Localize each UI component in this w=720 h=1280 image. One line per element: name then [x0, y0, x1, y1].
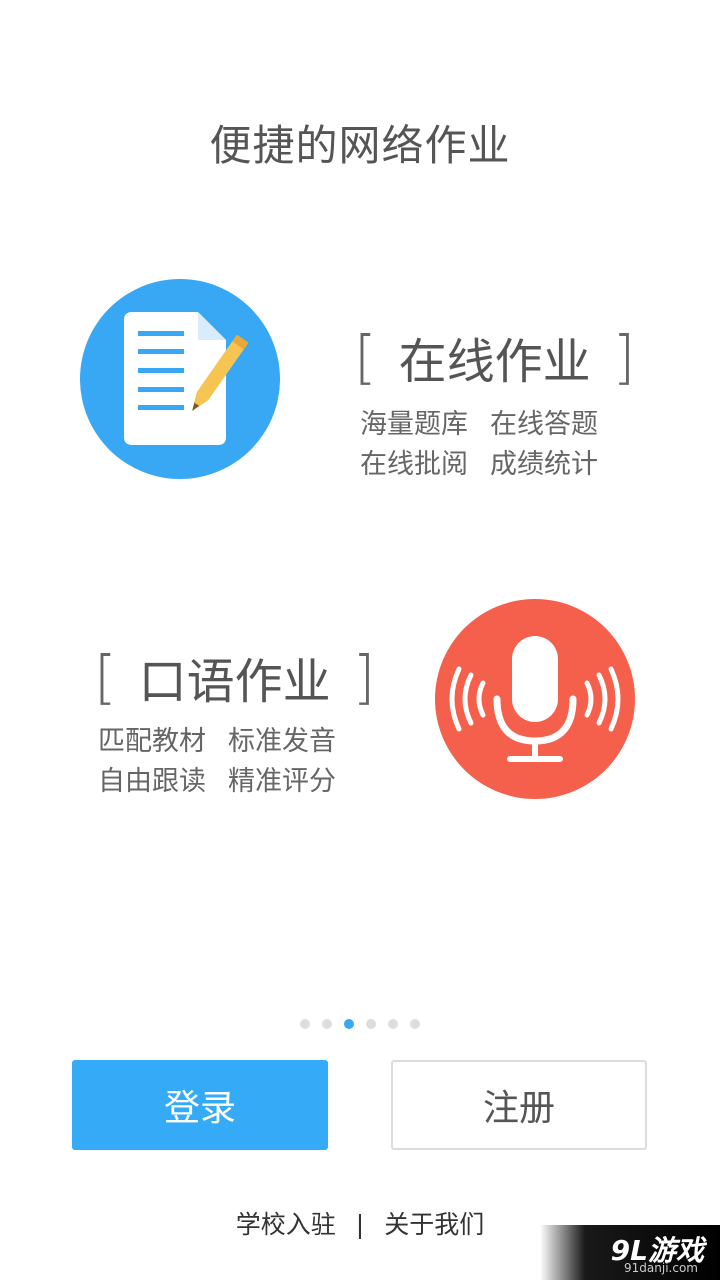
- description-line: 自由跟读 精准评分: [98, 762, 336, 802]
- description-line: 在线批阅 成绩统计: [360, 445, 598, 485]
- homework-document-icon: [124, 312, 249, 445]
- page-title: 便捷的网络作业: [209, 121, 511, 170]
- pager-dot[interactable]: [300, 1019, 310, 1029]
- pager-dot[interactable]: [410, 1019, 420, 1029]
- bracket-open: [: [354, 323, 377, 391]
- description-line: 海量题库 在线答题: [360, 405, 598, 445]
- description-item: 匹配教材: [98, 726, 206, 757]
- feature-description-online-homework: 海量题库 在线答题 在线批阅 成绩统计: [360, 405, 598, 485]
- description-item: 在线答题: [490, 409, 598, 440]
- pager-dot[interactable]: [322, 1019, 332, 1029]
- bracket-close: ]: [352, 643, 376, 711]
- description-item: 在线批阅: [360, 449, 468, 480]
- homework-icon-circle: [80, 279, 280, 479]
- description-line: 匹配教材 标准发音: [98, 722, 336, 762]
- pager-dot[interactable]: [366, 1019, 376, 1029]
- school-join-link[interactable]: 学校入驻: [236, 1210, 336, 1239]
- microphone-icon: [449, 636, 621, 762]
- feature-title-online-homework: [ 在线作业 ]: [354, 322, 635, 392]
- watermark-url: 91danji.com: [624, 1261, 698, 1275]
- description-item: 精准评分: [228, 766, 336, 797]
- bracket-open: [: [94, 643, 117, 711]
- pager-dot[interactable]: [388, 1019, 398, 1029]
- feature-label: 口语作业: [138, 654, 331, 710]
- feature-description-oral-homework: 匹配教材 标准发音 自由跟读 精准评分: [98, 722, 336, 802]
- watermark: 9L游戏 91danji.com: [540, 1225, 720, 1280]
- about-us-link[interactable]: 关于我们: [384, 1210, 484, 1239]
- login-button[interactable]: 登录: [72, 1060, 328, 1150]
- feature-title-oral-homework: [ 口语作业 ]: [94, 642, 375, 712]
- description-item: 海量题库: [360, 409, 468, 440]
- register-button[interactable]: 注册: [391, 1060, 647, 1150]
- pager-indicator: [300, 1016, 420, 1032]
- description-item: 自由跟读: [98, 766, 206, 797]
- bracket-close: ]: [612, 323, 636, 391]
- description-item: 成绩统计: [490, 449, 598, 480]
- pager-dot-active[interactable]: [344, 1019, 354, 1029]
- microphone-icon-circle: [435, 599, 635, 799]
- feature-label: 在线作业: [398, 334, 591, 390]
- footer-separator: |: [355, 1210, 365, 1239]
- description-item: 标准发音: [228, 726, 336, 757]
